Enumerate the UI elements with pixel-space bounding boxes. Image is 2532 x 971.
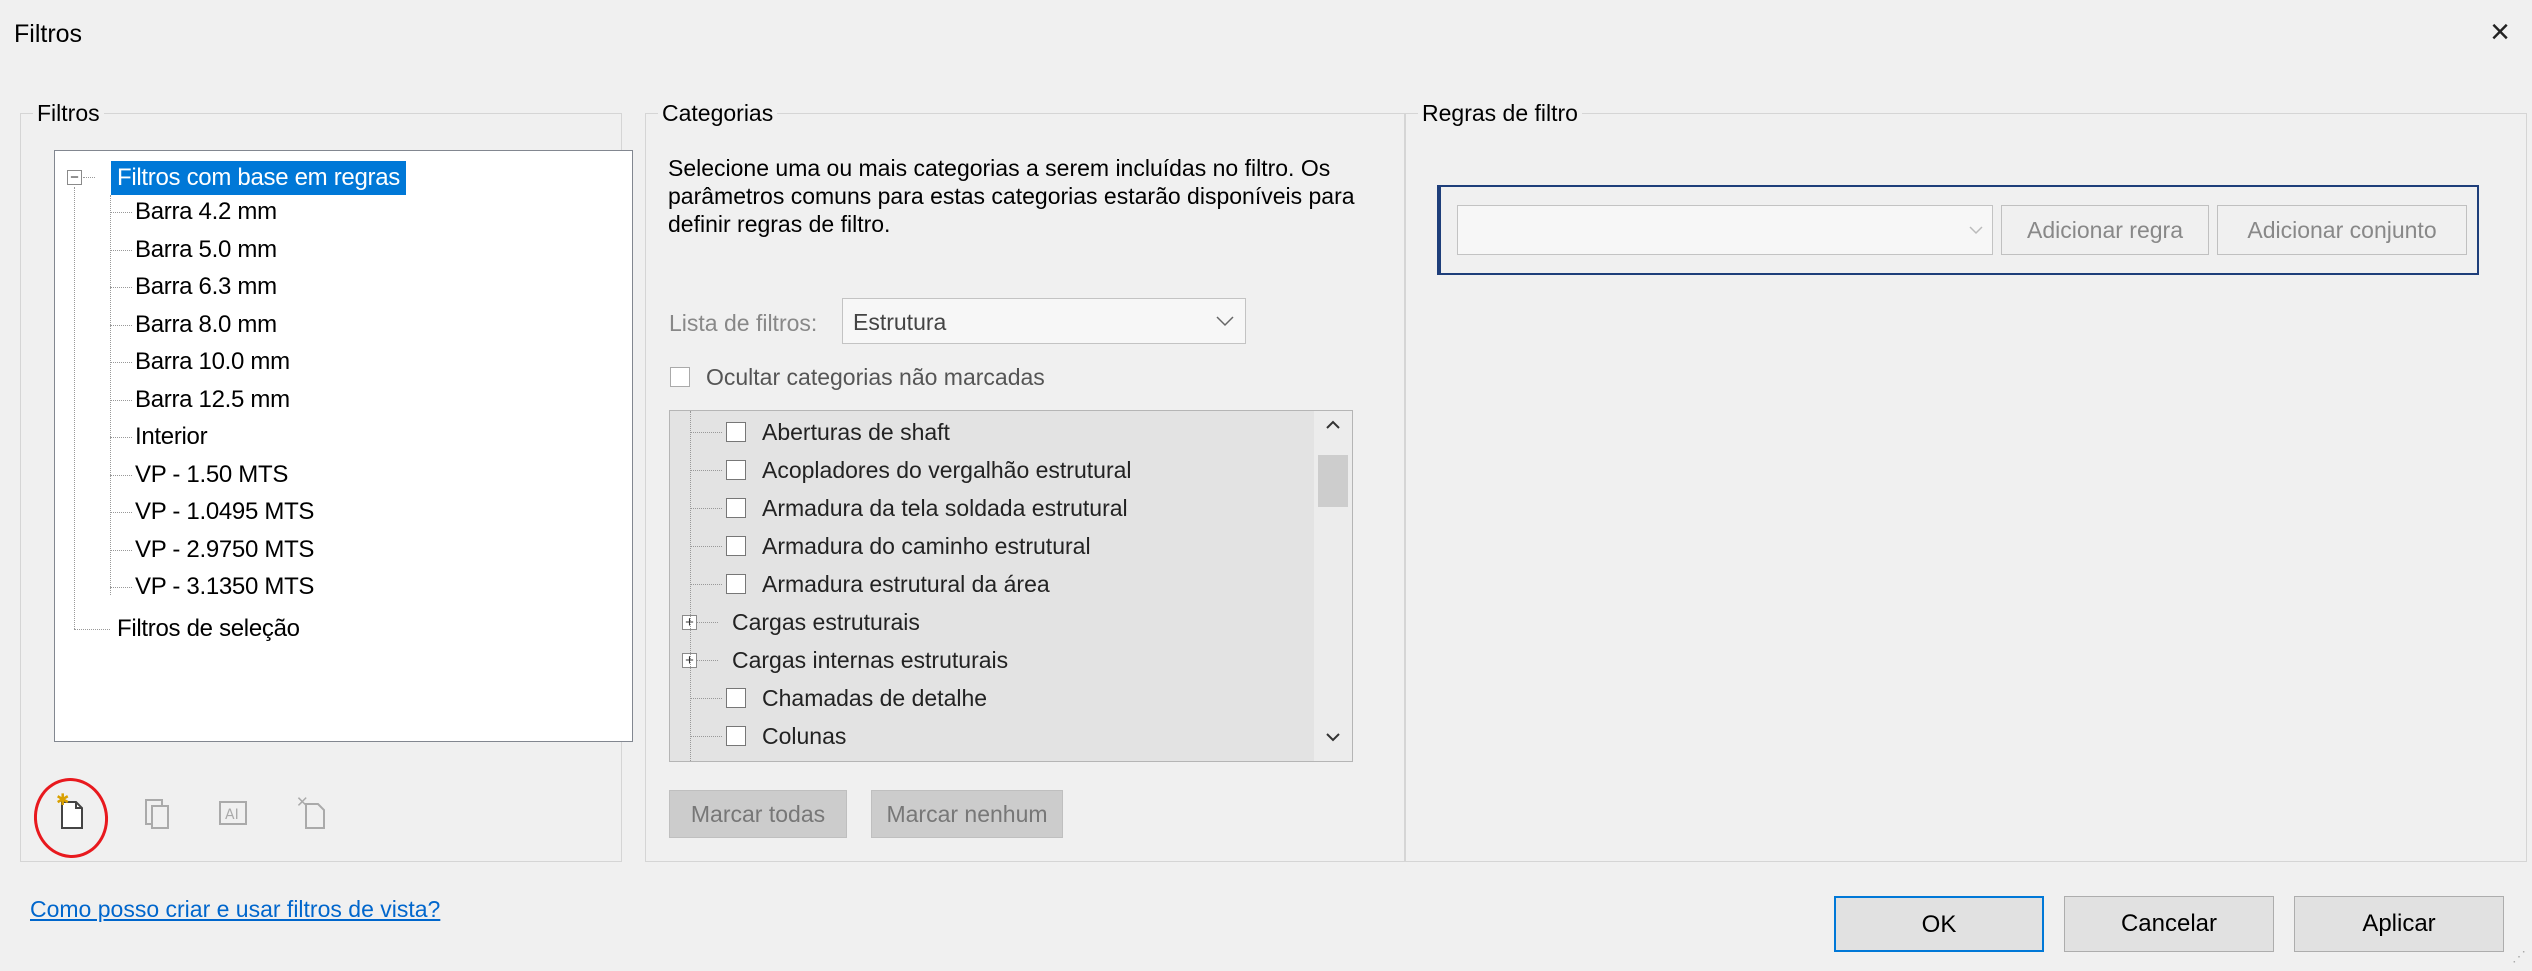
svg-text:✕: ✕ <box>296 793 309 811</box>
apply-button[interactable]: Aplicar <box>2294 896 2504 952</box>
categories-scrollbar[interactable] <box>1314 411 1352 761</box>
categories-list[interactable]: Aberturas de shaft Acopladores do vergalh… <box>669 410 1353 762</box>
category-label: Aberturas de shaft <box>762 419 950 445</box>
add-set-button[interactable]: Adicionar conjunto <box>2217 205 2467 255</box>
category-label: Colunas <box>762 723 847 749</box>
filter-list-value: Estrutura <box>853 309 947 335</box>
tree-connector <box>110 287 132 288</box>
svg-text:AI: AI <box>225 807 239 823</box>
tree-connector <box>690 584 722 585</box>
collapse-icon[interactable]: − <box>67 170 82 185</box>
tree-connector <box>110 549 132 551</box>
tree-item-filter[interactable]: Barra 5.0 mm <box>135 233 277 267</box>
duplicate-filter-icon[interactable] <box>138 792 178 832</box>
chevron-down-icon <box>1966 216 1986 250</box>
tree-connector <box>110 587 132 588</box>
category-checkbox[interactable] <box>726 460 746 480</box>
filter-rules-group-legend: Regras de filtro <box>1422 100 1578 126</box>
tree-item-filter[interactable]: Barra 10.0 mm <box>135 345 290 379</box>
add-rule-button[interactable]: Adicionar regra <box>2001 205 2209 255</box>
filters-tree[interactable]: − Filtros com base em regras Barra 4.2 m… <box>54 150 633 742</box>
ok-button[interactable]: OK <box>1834 896 2044 952</box>
tree-connector <box>690 546 722 547</box>
tree-connector <box>110 212 132 213</box>
tree-connector <box>110 512 132 513</box>
tree-item-filter[interactable]: Interior <box>135 420 208 454</box>
tree-item-filter[interactable]: Barra 8.0 mm <box>135 308 277 342</box>
tree-item-filter[interactable]: VP - 3.1350 MTS <box>135 570 314 604</box>
dialog-title: Filtros <box>14 20 83 48</box>
tree-connector <box>110 362 132 363</box>
rule-row: Adicionar regra Adicionar conjunto <box>1437 185 2479 275</box>
rename-filter-icon[interactable]: AI <box>214 792 254 832</box>
category-checkbox[interactable] <box>726 422 746 442</box>
tree-item-filter[interactable]: Barra 6.3 mm <box>135 270 277 304</box>
tree-root-rule-filters[interactable]: Filtros com base em regras <box>111 161 406 195</box>
tree-item-filter[interactable]: Barra 4.2 mm <box>135 195 277 229</box>
tree-connector <box>690 736 722 737</box>
tree-connector <box>74 187 75 629</box>
category-checkbox[interactable] <box>726 688 746 708</box>
tree-item-filter[interactable]: Barra 12.5 mm <box>135 383 290 417</box>
tree-connector <box>110 399 132 401</box>
categories-group-legend: Categorias <box>662 100 774 126</box>
filter-list-label: Lista de filtros: <box>669 310 818 336</box>
tree-connector <box>690 470 722 471</box>
tree-connector <box>110 324 132 326</box>
close-icon[interactable]: × <box>2480 12 2520 52</box>
rule-parameter-dropdown[interactable] <box>1457 205 1993 255</box>
tree-connector <box>690 508 722 509</box>
help-link[interactable]: Como posso criar e usar filtros de vista… <box>30 896 440 923</box>
tree-connector <box>110 437 132 438</box>
category-checkbox[interactable] <box>726 726 746 746</box>
category-label: Armadura do caminho estrutural <box>762 533 1091 559</box>
hide-unchecked-checkbox[interactable] <box>670 367 690 387</box>
filters-group-legend: Filtros <box>37 100 100 126</box>
tree-connector <box>110 249 132 251</box>
category-label: Armadura estrutural da área <box>762 571 1050 597</box>
category-checkbox[interactable] <box>726 574 746 594</box>
category-group-label[interactable]: Cargas internas estruturais <box>732 641 1008 679</box>
tree-connector <box>110 474 132 476</box>
category-group-label[interactable]: Cargas estruturais <box>732 603 920 641</box>
tree-item-filter[interactable]: VP - 1.0495 MTS <box>135 495 314 529</box>
hide-unchecked-label: Ocultar categorias não marcadas <box>706 364 1045 390</box>
category-checkbox[interactable] <box>726 498 746 518</box>
tree-connector <box>83 177 95 178</box>
filter-list-dropdown[interactable]: Estrutura <box>842 298 1246 344</box>
scroll-up-icon[interactable] <box>1314 415 1352 445</box>
tree-connector <box>74 629 110 630</box>
tree-connector <box>690 432 722 433</box>
tree-item-filter[interactable]: VP - 1.50 MTS <box>135 458 288 492</box>
check-all-button[interactable]: Marcar todas <box>669 790 847 838</box>
category-checkbox[interactable] <box>726 536 746 556</box>
category-label: Armadura da tela soldada estrutural <box>762 495 1128 521</box>
scroll-down-icon[interactable] <box>1314 727 1352 757</box>
tree-item-filter[interactable]: VP - 2.9750 MTS <box>135 533 314 567</box>
resize-grip-icon[interactable]: ⋰ <box>2512 948 2526 965</box>
scroll-thumb[interactable] <box>1318 455 1348 507</box>
check-none-button[interactable]: Marcar nenhum <box>871 790 1063 838</box>
tree-connector <box>110 195 111 595</box>
tree-connector <box>690 698 722 699</box>
category-label: Chamadas de detalhe <box>762 685 988 711</box>
category-label: Acopladores do vergalhão estrutural <box>762 457 1132 483</box>
cancel-button[interactable]: Cancelar <box>2064 896 2274 952</box>
delete-filter-icon[interactable]: ✕ <box>292 792 332 832</box>
tree-root-selection-filters[interactable]: Filtros de seleção <box>117 612 300 646</box>
categories-description: Selecione uma ou mais categorias a serem… <box>668 155 1355 237</box>
tree-connector <box>690 411 691 761</box>
chevron-down-icon <box>1213 305 1237 341</box>
